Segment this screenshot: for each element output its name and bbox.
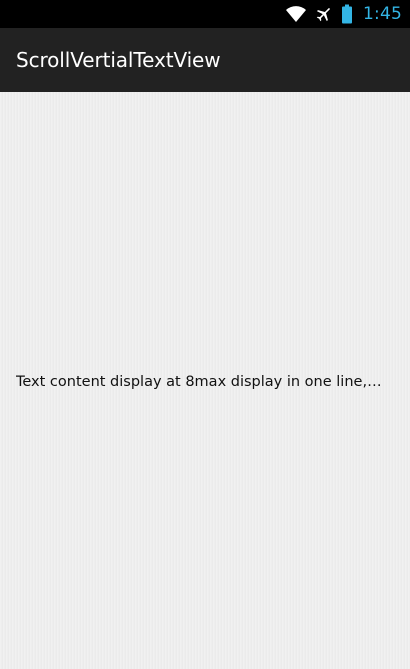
airplane-mode-icon	[315, 5, 333, 23]
app-screen: 1:45 ScrollVertialTextView Text content …	[0, 0, 410, 669]
content-area: Text content display at 8max display in …	[0, 92, 410, 669]
status-icons: 1:45	[285, 0, 402, 28]
action-bar: ScrollVertialTextView	[0, 28, 410, 92]
status-bar: 1:45	[0, 0, 410, 28]
scroll-vertical-text-view[interactable]: Text content display at 8max display in …	[16, 374, 386, 390]
status-clock: 1:45	[363, 4, 402, 24]
wifi-icon	[285, 5, 307, 23]
app-title: ScrollVertialTextView	[16, 48, 221, 72]
battery-icon	[341, 4, 353, 24]
